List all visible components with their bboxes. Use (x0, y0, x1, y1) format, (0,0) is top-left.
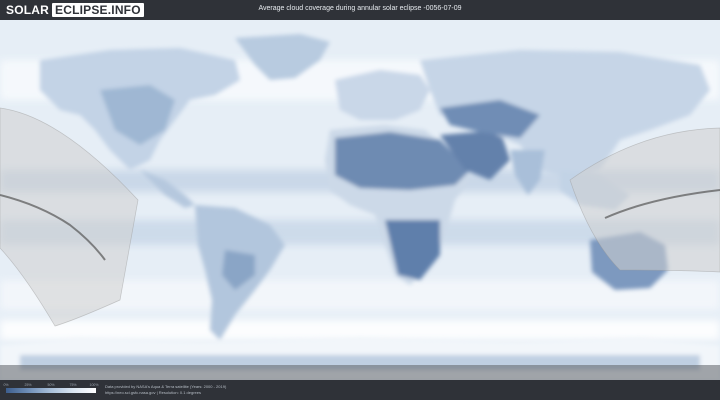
logo-text-solar: SOLAR (6, 3, 49, 17)
cloud-coverage-map[interactable] (0, 20, 720, 380)
data-credits: Data provided by NASA's Aqua & Terra sat… (105, 384, 226, 396)
legend-tick-75: 75% (69, 383, 77, 387)
credits-line-2[interactable]: https://neo.sci.gsfc.nasa.gov | Resoluti… (105, 390, 226, 396)
legend-tick-0: 0% (3, 383, 9, 387)
page-title: Average cloud coverage during annular so… (258, 5, 462, 12)
logo-text-eclipse-info: ECLIPSE.INFO (52, 3, 144, 17)
legend-tick-50: 50% (47, 383, 55, 387)
cloud-coverage-legend: 0% 25% 50% 75% 100% (3, 383, 99, 397)
legend-tick-25: 25% (24, 383, 32, 387)
bottom-bar: 0% 25% 50% 75% 100% Data provided by NAS… (0, 380, 720, 400)
legend-gradient-bar (6, 388, 96, 393)
world-map-svg (0, 20, 720, 380)
top-bar: SOLAR ECLIPSE.INFO Average cloud coverag… (0, 0, 720, 20)
map-bottom-strip (0, 365, 720, 380)
legend-tick-100: 100% (89, 383, 99, 387)
site-logo[interactable]: SOLAR ECLIPSE.INFO (6, 3, 144, 17)
